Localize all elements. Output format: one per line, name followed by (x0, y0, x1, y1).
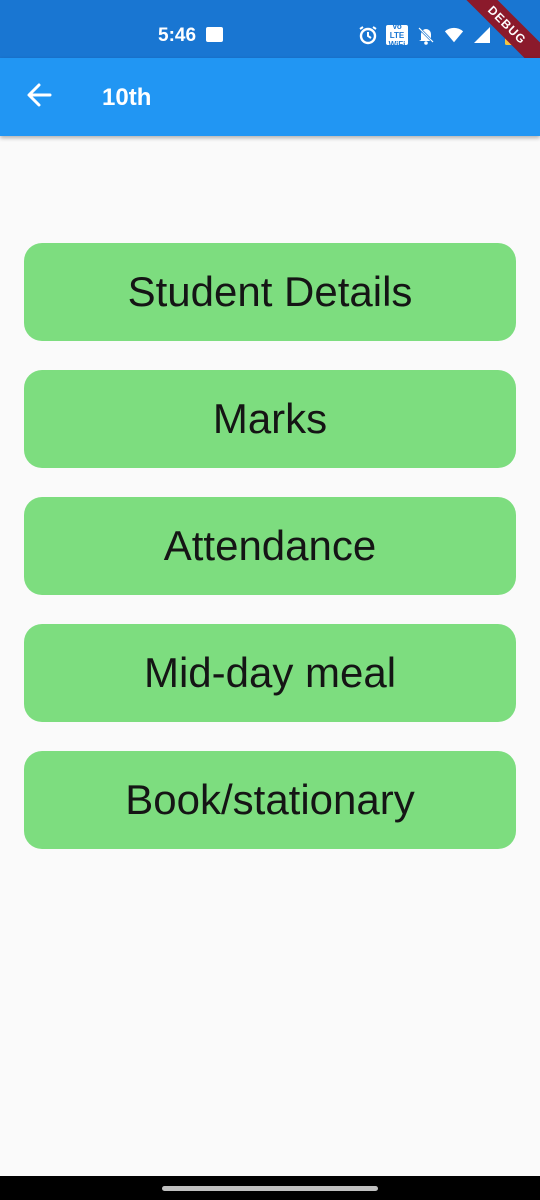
mid-day-meal-button[interactable]: Mid-day meal (24, 624, 516, 722)
attendance-button[interactable]: Attendance (24, 497, 516, 595)
page-title: 10th (102, 84, 152, 111)
status-time: 5:46 (158, 25, 197, 46)
book-stationary-button[interactable]: Book/stationary (24, 751, 516, 849)
back-button[interactable] (20, 78, 58, 116)
alarm-icon (358, 25, 378, 45)
menu-list: Student Details Marks Attendance Mid-day… (24, 243, 516, 878)
gallery-icon (206, 27, 223, 42)
wifi-icon (444, 25, 464, 45)
arrow-back-icon (26, 82, 52, 113)
volte-wifi-icon: Vo LTE WiFi (386, 22, 408, 49)
system-nav-bar (0, 1176, 540, 1200)
app-bar: 10th (0, 58, 540, 136)
notifications-off-icon (416, 25, 436, 45)
student-details-button[interactable]: Student Details (24, 243, 516, 341)
cell-signal-icon (472, 25, 492, 45)
status-bar: 5:46 Vo LTE WiFi DEBUG (0, 0, 540, 79)
marks-button[interactable]: Marks (24, 370, 516, 468)
home-gesture-handle[interactable] (162, 1186, 378, 1191)
